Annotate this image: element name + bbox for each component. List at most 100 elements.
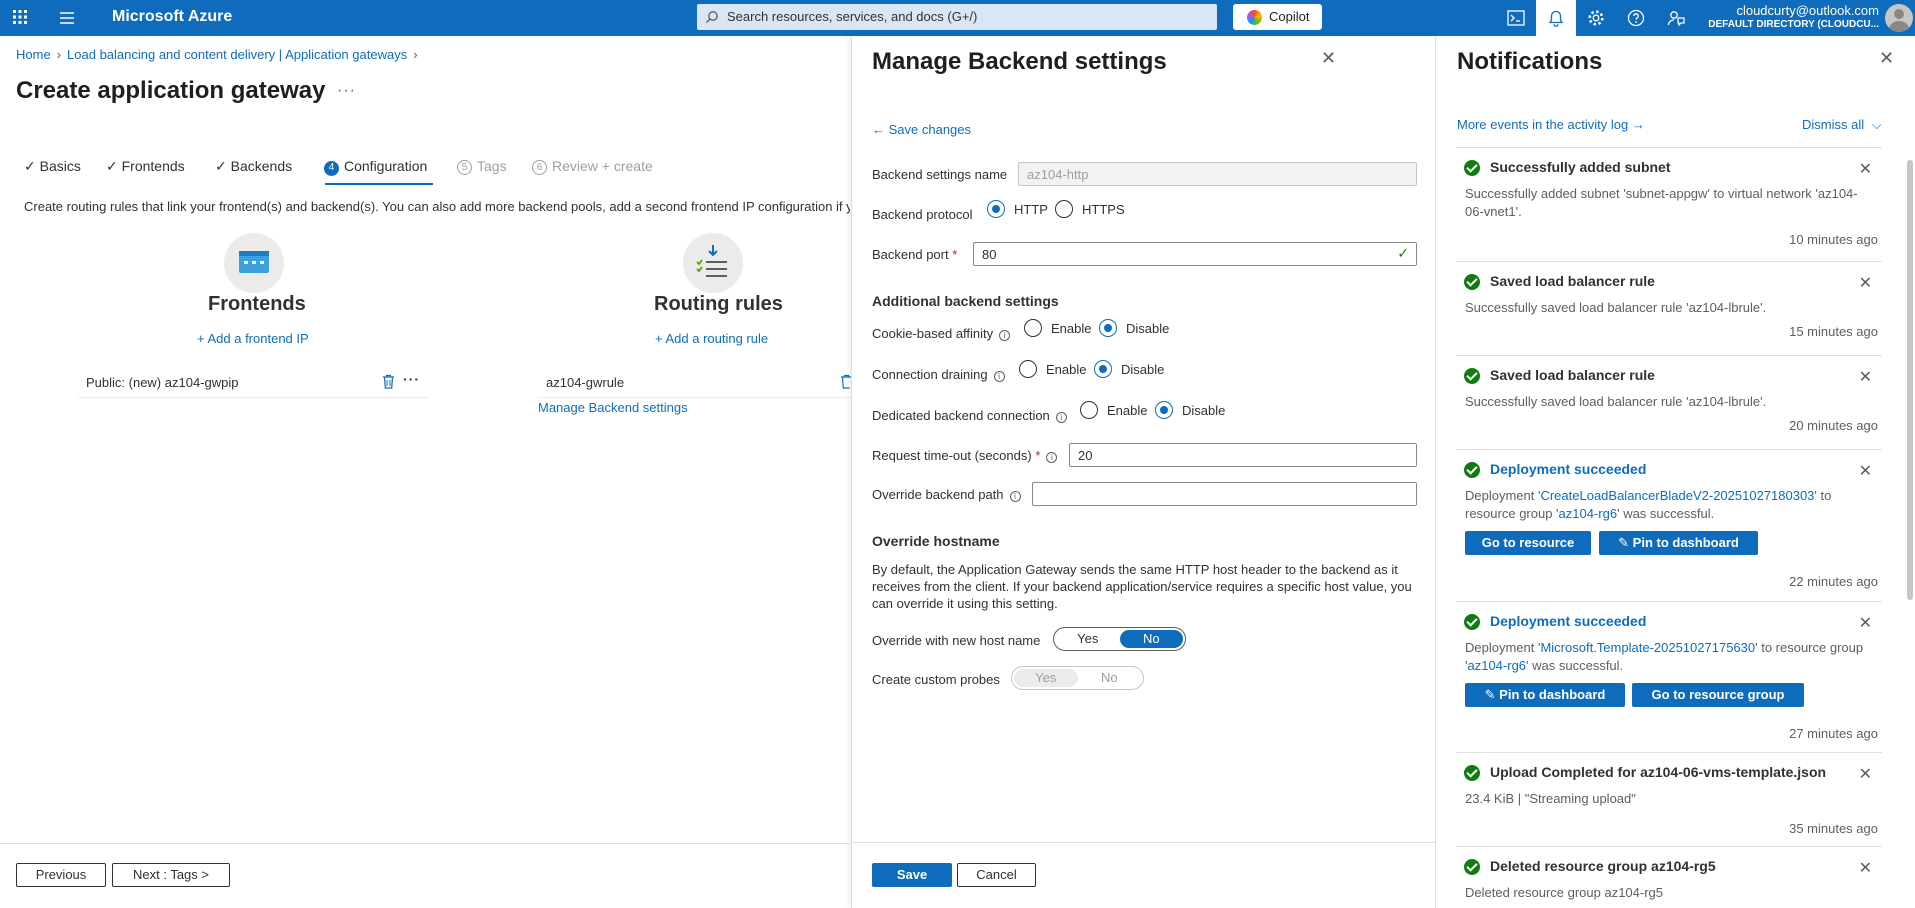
radio-label: HTTP	[1014, 201, 1048, 217]
close-icon[interactable]: ✕	[1859, 461, 1872, 481]
pin-to-dashboard-button[interactable]: ✎ Pin to dashboard	[1599, 531, 1758, 555]
account-menu[interactable]: cloudcurty@outlook.com DEFAULT DIRECTORY…	[1708, 3, 1879, 30]
feedback-icon[interactable]	[1656, 0, 1696, 36]
previous-button[interactable]: Previous	[16, 863, 106, 887]
notification-item[interactable]: Saved load balancer rule ✕ Successfully …	[1456, 355, 1882, 449]
notification-title[interactable]: Deployment succeeded	[1490, 461, 1646, 477]
cloud-shell-icon[interactable]	[1496, 0, 1536, 36]
notification-item[interactable]: Deployment succeeded ✕ Deployment 'Micro…	[1456, 601, 1882, 752]
protocol-http-radio[interactable]: HTTP	[987, 200, 1048, 218]
toggle-no[interactable]: No	[1119, 630, 1183, 648]
tab-frontends[interactable]: ✓ Frontends	[106, 158, 185, 175]
dismiss-all-link[interactable]: Dismiss all ⌵	[1802, 117, 1882, 133]
close-icon[interactable]: ✕	[1859, 764, 1872, 784]
resource-group-link[interactable]: az104-rg6	[1467, 658, 1526, 673]
notification-item[interactable]: Successfully added subnet ✕ Successfully…	[1456, 147, 1882, 247]
close-icon[interactable]: ✕	[1859, 367, 1872, 387]
info-icon[interactable]: i	[993, 371, 1005, 382]
dedicated-enable-radio[interactable]: Enable	[1080, 401, 1147, 419]
override-host-toggle[interactable]: Yes No	[1053, 627, 1186, 651]
override-hostname-description: By default, the Application Gateway send…	[872, 562, 1412, 611]
activity-log-link[interactable]: More events in the activity log →	[1457, 117, 1645, 132]
copilot-button[interactable]: Copilot	[1233, 4, 1322, 30]
breadcrumb-home[interactable]: Home	[16, 47, 51, 62]
label-text: Backend port	[872, 247, 949, 262]
delete-icon[interactable]	[840, 374, 851, 389]
hamburger-menu-icon[interactable]	[58, 9, 76, 27]
save-button[interactable]: Save	[872, 863, 952, 887]
help-icon[interactable]	[1616, 0, 1656, 36]
notification-item[interactable]: Deployment succeeded ✕ Deployment 'Creat…	[1456, 449, 1882, 601]
notifications-scrollbar[interactable]	[1907, 160, 1913, 600]
tab-basics[interactable]: ✓ Basics	[24, 158, 81, 175]
info-icon[interactable]: i	[1055, 412, 1067, 423]
toggle-no: No	[1100, 670, 1118, 685]
divider	[78, 397, 428, 398]
close-icon[interactable]: ✕	[1321, 48, 1336, 69]
success-icon	[1464, 859, 1480, 875]
notification-title[interactable]: Deployment succeeded	[1490, 613, 1646, 629]
breadcrumb-app-gateways[interactable]: Load balancing and content delivery | Ap…	[67, 47, 407, 62]
backend-port-input[interactable]: 80 ✓	[973, 242, 1417, 266]
more-actions-icon[interactable]: ···	[403, 371, 420, 387]
toggle-yes[interactable]: Yes	[1056, 630, 1120, 648]
add-frontend-ip-link[interactable]: + Add a frontend IP	[197, 331, 309, 346]
save-changes-link[interactable]: ← Save changes	[872, 122, 971, 137]
dedicated-disable-radio[interactable]: Disable	[1155, 401, 1225, 419]
breadcrumb-separator: ›	[56, 47, 62, 62]
pin-to-dashboard-button[interactable]: ✎ Pin to dashboard	[1465, 683, 1625, 707]
radio-label: HTTPS	[1082, 201, 1125, 217]
request-timeout-input[interactable]: 20	[1069, 443, 1417, 467]
more-options-icon[interactable]: ···	[337, 82, 356, 100]
draining-disable-radio[interactable]: Disable	[1094, 360, 1164, 378]
additional-settings-title: Additional backend settings	[872, 293, 1059, 309]
close-icon[interactable]: ✕	[1859, 159, 1872, 179]
notifications-bell-icon[interactable]	[1536, 0, 1576, 36]
go-to-resource-group-button[interactable]: Go to resource group	[1632, 683, 1804, 707]
routing-rule-item[interactable]: az104-gwrule	[546, 375, 624, 390]
add-routing-rule-link[interactable]: + Add a routing rule	[655, 331, 768, 346]
next-tags-button[interactable]: Next : Tags >	[112, 863, 230, 887]
cookie-enable-radio[interactable]: Enable	[1024, 319, 1091, 337]
app-launcher-icon[interactable]	[12, 9, 28, 25]
settings-gear-icon[interactable]	[1576, 0, 1616, 36]
tab-configuration[interactable]: 4 Configuration	[324, 158, 427, 176]
request-timeout-label: Request time-out (seconds) * i	[872, 448, 1058, 463]
draining-enable-radio[interactable]: Enable	[1019, 360, 1086, 378]
info-icon[interactable]: i	[999, 330, 1011, 341]
backend-settings-name-input[interactable]: az104-http	[1018, 162, 1417, 186]
close-icon[interactable]: ✕	[1859, 858, 1872, 878]
info-icon[interactable]: i	[1009, 491, 1021, 502]
tab-review-create[interactable]: 6 Review + create	[532, 158, 653, 175]
deployment-link[interactable]: Microsoft.Template-20251027175630	[1540, 640, 1755, 655]
cancel-button[interactable]: Cancel	[957, 863, 1036, 887]
footer-divider	[0, 843, 850, 844]
override-backend-path-label: Override backend path i	[872, 487, 1021, 502]
close-icon[interactable]: ✕	[1859, 273, 1872, 293]
radio-label: Enable	[1046, 361, 1087, 377]
label-text: Request time-out (seconds)	[872, 448, 1032, 463]
checkmark-icon: ✓	[24, 158, 36, 174]
close-icon[interactable]: ✕	[1879, 48, 1894, 69]
resource-group-link[interactable]: az104-rg6	[1559, 506, 1618, 521]
info-icon[interactable]: i	[1046, 452, 1058, 463]
notification-item[interactable]: Saved load balancer rule ✕ Successfully …	[1456, 261, 1882, 355]
global-search-input[interactable]: Search resources, services, and docs (G+…	[697, 4, 1217, 30]
toggle-yes: Yes	[1014, 669, 1078, 687]
tab-backends[interactable]: ✓ Backends	[215, 158, 292, 175]
avatar[interactable]	[1885, 4, 1913, 32]
go-to-resource-button[interactable]: Go to resource	[1465, 531, 1591, 555]
portal-brand[interactable]: Microsoft Azure	[112, 8, 232, 26]
notification-time: 35 minutes ago	[1789, 821, 1878, 836]
delete-icon[interactable]	[382, 374, 395, 389]
radio-selected-icon	[1099, 319, 1117, 337]
override-backend-path-input[interactable]	[1032, 482, 1417, 506]
deployment-link[interactable]: CreateLoadBalancerBladeV2-20251027180303	[1540, 488, 1814, 503]
notification-item[interactable]: Deleted resource group az104-rg5 ✕ Delet…	[1456, 846, 1882, 908]
protocol-https-radio[interactable]: HTTPS	[1055, 200, 1125, 218]
cookie-disable-radio[interactable]: Disable	[1099, 319, 1169, 337]
tab-tags[interactable]: 5 Tags	[457, 158, 507, 175]
manage-backend-settings-link[interactable]: Manage Backend settings	[538, 400, 688, 415]
close-icon[interactable]: ✕	[1859, 613, 1872, 633]
notification-item[interactable]: Upload Completed for az104-06-vms-templa…	[1456, 752, 1882, 846]
